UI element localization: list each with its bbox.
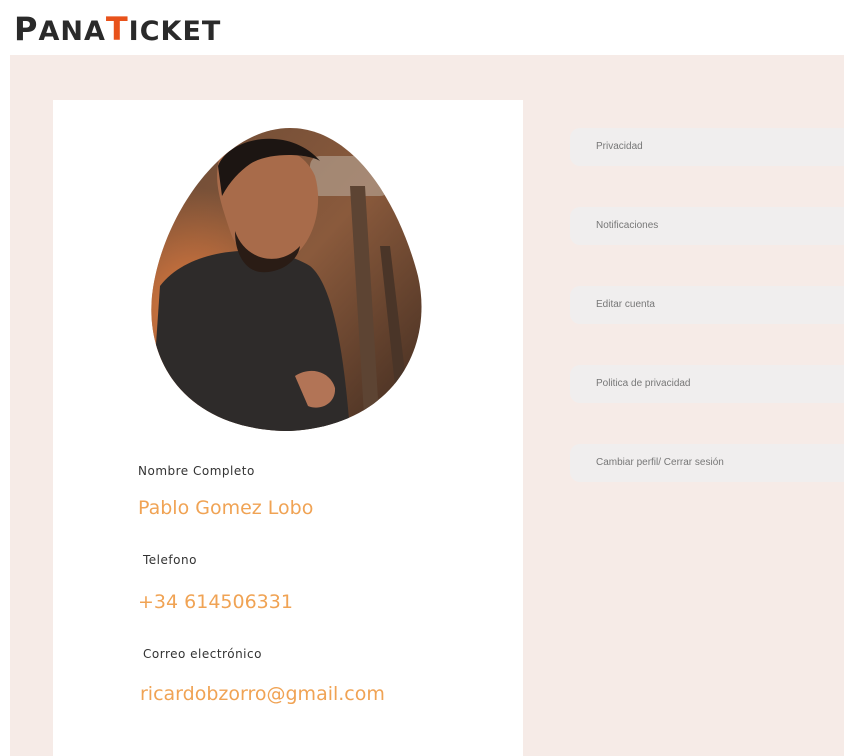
menu-item-cambiar-perfil-cerrar-sesion[interactable]: Cambiar perfil/ Cerrar sesión [570, 444, 844, 482]
full-name-value: Pablo Gomez Lobo [138, 497, 314, 519]
full-name-label: Nombre Completo [138, 464, 255, 478]
profile-photo [151, 128, 422, 431]
logo-letter-p: P [14, 10, 39, 48]
menu-item-editar-cuenta[interactable]: Editar cuenta [570, 286, 844, 324]
app-header: PANATICKET [0, 0, 844, 55]
logo-letter-t: T [105, 10, 129, 48]
panaticket-logo[interactable]: PANATICKET [14, 10, 221, 48]
email-value: ricardobzorro@gmail.com [140, 683, 385, 705]
menu-item-notificaciones[interactable]: Notificaciones [570, 207, 844, 245]
phone-label: Telefono [143, 553, 197, 567]
logo-text-ana: ANA [38, 16, 106, 47]
logo-text-icket: ICKET [128, 16, 222, 47]
phone-value: +34 614506331 [138, 591, 293, 613]
menu-item-privacidad[interactable]: Privacidad [570, 128, 844, 166]
menu-item-politica-privacidad[interactable]: Politica de privacidad [570, 365, 844, 403]
email-label: Correo electrónico [143, 647, 262, 661]
